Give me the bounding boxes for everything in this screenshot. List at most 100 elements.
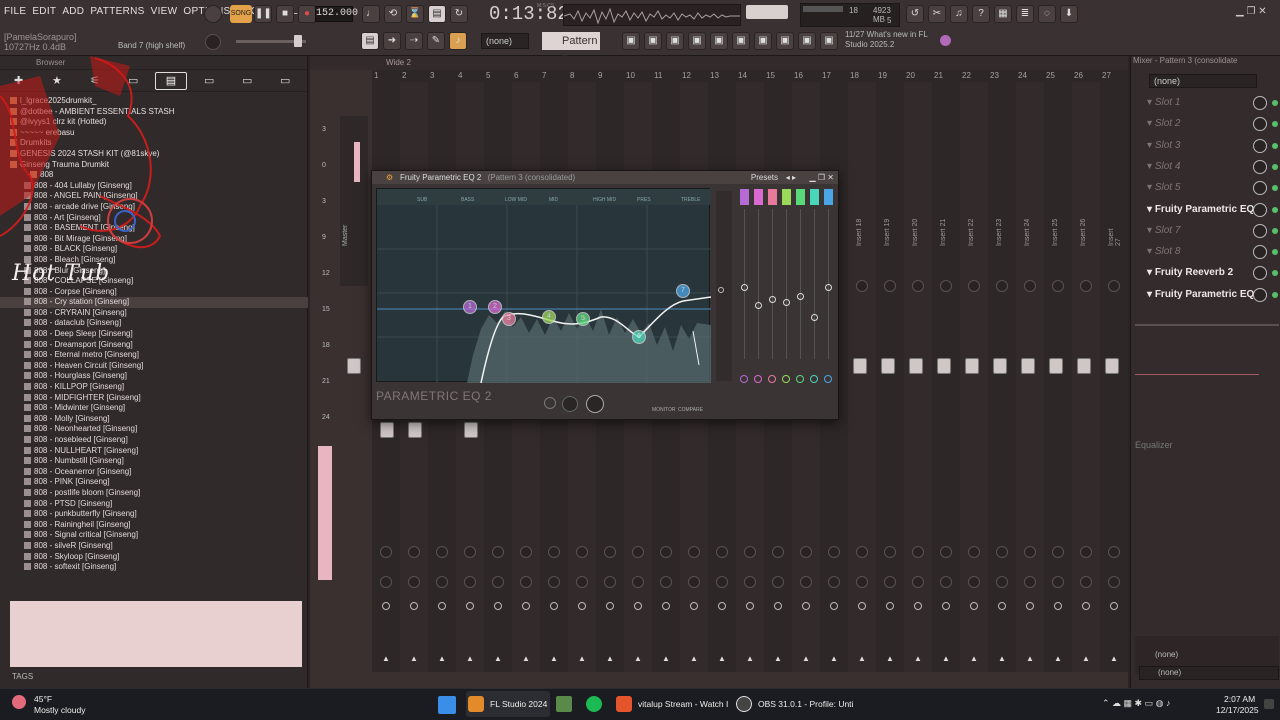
mixer-slot[interactable]: ▾ Fruity Parametric EQ 2	[1141, 201, 1279, 219]
channel-fader[interactable]	[993, 358, 1007, 374]
channel-knob[interactable]	[1108, 546, 1120, 558]
band-tab[interactable]: MID	[549, 197, 558, 203]
pattern-selector[interactable]: Pattern 5	[542, 32, 600, 65]
slot-enable-led[interactable]	[1272, 185, 1278, 192]
weather-temp[interactable]: 45°F	[34, 694, 52, 704]
record-button[interactable]: ●	[298, 5, 316, 23]
tool-icon-5[interactable]: ▣	[710, 32, 728, 50]
pan-knob[interactable]	[1052, 280, 1064, 292]
undo-icon[interactable]: ↺	[906, 5, 924, 23]
mixer-slot[interactable]: ▾ Slot 4	[1141, 158, 1279, 176]
all-view-icon[interactable]: ▤	[155, 72, 187, 90]
browser-file[interactable]: 808 - Molly [Ginseng]	[0, 414, 308, 425]
send-arrow-icon[interactable]: ▲	[1082, 654, 1090, 663]
dropdown-arrow-icon[interactable]: ▾	[1147, 246, 1155, 257]
channel-knob[interactable]	[1052, 546, 1064, 558]
browser-file[interactable]: 808 - Eternal metro [Ginseng]	[0, 350, 308, 361]
send-arrow-icon[interactable]: ▲	[466, 654, 474, 663]
browser-file[interactable]: 808 - punkbutterfly [Ginseng]	[0, 509, 308, 520]
channel-knob[interactable]	[492, 576, 504, 588]
channel-fader[interactable]	[408, 422, 422, 438]
slot-enable-led[interactable]	[1272, 121, 1278, 128]
channel-fader[interactable]	[1105, 358, 1119, 374]
channel-fader[interactable]	[380, 422, 394, 438]
send-arrow-icon[interactable]: ▲	[942, 654, 950, 663]
send-arrow-icon[interactable]: ▲	[1054, 654, 1062, 663]
playlist-icon[interactable]: ▦	[994, 5, 1012, 23]
channel-knob[interactable]	[772, 546, 784, 558]
band-tab[interactable]: HIGH MID	[593, 197, 616, 203]
route-button[interactable]	[438, 602, 446, 610]
snap-icon[interactable]: ▤	[361, 32, 379, 50]
browser-folder[interactable]: Ginseng Trauma Drumkit	[0, 160, 308, 171]
slot-mix-knob[interactable]	[1253, 266, 1267, 281]
route-button[interactable]	[802, 602, 810, 610]
slot-mix-knob[interactable]	[1253, 245, 1267, 260]
presets-button[interactable]: Presets	[751, 171, 778, 184]
mixer-output-select[interactable]: (none)	[1139, 666, 1279, 680]
send-arrow-icon[interactable]: ▲	[774, 654, 782, 663]
notification-icon[interactable]	[1264, 699, 1274, 709]
dropdown-arrow-icon[interactable]: ▾	[1147, 204, 1155, 215]
browser-folder[interactable]: @dotbee - AMBIENT ESSENTIALS STASH	[0, 107, 308, 118]
band-shape-knob[interactable]	[810, 375, 818, 383]
band-tab[interactable]: SUB	[417, 197, 427, 203]
metronome-icon[interactable]: ♩	[362, 5, 380, 23]
send-arrow-icon[interactable]: ▲	[858, 654, 866, 663]
band-slider-thumb[interactable]	[783, 299, 790, 306]
channel-knob[interactable]	[856, 576, 868, 588]
channel-knob[interactable]	[828, 576, 840, 588]
channel-knob[interactable]	[632, 576, 644, 588]
channel-fader[interactable]	[1021, 358, 1035, 374]
browser-file[interactable]: 808 - dataclub [Ginseng]	[0, 318, 308, 329]
send-arrow-icon[interactable]: ▲	[550, 654, 558, 663]
dropdown-arrow-icon[interactable]: ▾	[1147, 182, 1155, 193]
pan-knob[interactable]	[996, 280, 1008, 292]
eq-titlebar[interactable]: ⚙ Fruity Parametric EQ 2 (Pattern 3 (con…	[372, 171, 838, 184]
browser-file[interactable]: 808 - Oceanerror [Ginseng]	[0, 467, 308, 478]
chat-icon[interactable]: ◌	[1038, 5, 1056, 23]
send-arrow-icon[interactable]: ▲	[802, 654, 810, 663]
browser-folder[interactable]: GENESIS 2024 STASH KIT (@81skye)	[0, 149, 308, 160]
channel-knob[interactable]	[604, 546, 616, 558]
play-icon[interactable]	[544, 397, 556, 409]
channel-knob[interactable]	[576, 576, 588, 588]
pan-knob[interactable]	[940, 280, 952, 292]
channel-knob[interactable]	[800, 576, 812, 588]
channel-knob[interactable]	[716, 546, 728, 558]
browser-file[interactable]: 808 - softexit [Ginseng]	[0, 562, 308, 573]
band-shape-knob[interactable]	[740, 375, 748, 383]
band-color-button[interactable]	[782, 189, 791, 205]
obs-icon[interactable]	[736, 696, 752, 712]
band-slider-track[interactable]	[800, 209, 801, 359]
band-slider-thumb[interactable]	[741, 284, 748, 291]
plug-icon[interactable]: ⚟	[90, 74, 100, 87]
slot-enable-led[interactable]	[1272, 227, 1278, 234]
slot-mix-knob[interactable]	[1253, 202, 1267, 217]
route-button[interactable]	[718, 602, 726, 610]
news-panel[interactable]: 11/27 What's new in FL Studio 2025.2	[845, 30, 955, 52]
channel-knob[interactable]	[912, 546, 924, 558]
browser-folder[interactable]: 808	[0, 170, 308, 181]
browser-file[interactable]: 808 - Bit Mirage [Ginseng]	[0, 234, 308, 245]
channel-knob[interactable]	[716, 576, 728, 588]
send-arrow-icon[interactable]: ▲	[830, 654, 838, 663]
slot-mix-knob[interactable]	[1253, 181, 1267, 196]
channel-fader[interactable]	[909, 358, 923, 374]
route-button[interactable]	[830, 602, 838, 610]
loop-record-icon[interactable]: ↻	[450, 5, 468, 23]
browser-file[interactable]: 808 - Cry station [Ginseng]	[0, 297, 308, 308]
channel-knob[interactable]	[856, 546, 868, 558]
tool-icon-10[interactable]: ▣	[820, 32, 838, 50]
eq-band-node[interactable]: 6	[632, 330, 646, 344]
dropdown-arrow-icon[interactable]: ▾	[1147, 161, 1155, 172]
browser-file[interactable]: 808 - postlife bloom [Ginseng]	[0, 488, 308, 499]
slot-enable-led[interactable]	[1272, 270, 1278, 277]
slot-enable-led[interactable]	[1272, 100, 1278, 106]
send-arrow-icon[interactable]: ▲	[970, 654, 978, 663]
band-tab[interactable]: PRES	[637, 197, 651, 203]
eq-band-node[interactable]: 5	[576, 312, 590, 326]
band-shape-knob[interactable]	[782, 375, 790, 383]
clock-date[interactable]: 12/17/2025	[1216, 705, 1259, 715]
eq-band-node[interactable]: 1	[463, 300, 477, 314]
